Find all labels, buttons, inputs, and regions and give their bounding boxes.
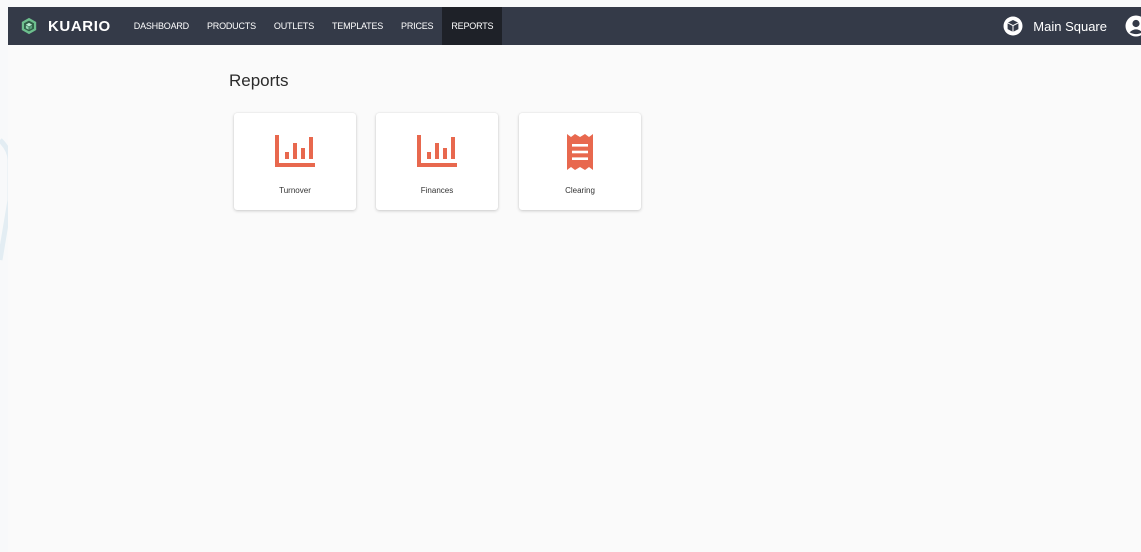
nav-item-reports[interactable]: REPORTS [442,7,503,45]
receipt-icon [567,134,593,170]
user-account-icon[interactable] [1125,15,1141,37]
kuario-logo-icon [21,17,37,35]
nav-item-outlets[interactable]: OUTLETS [265,7,323,45]
report-card-label: Turnover [279,186,311,195]
report-card-finances[interactable]: Finances [376,113,498,210]
report-card-label: Clearing [565,186,595,195]
main-nav: DASHBOARD PRODUCTS OUTLETS TEMPLATES PRI… [125,7,503,45]
report-card-label: Finances [420,186,454,195]
navbar-right: Main Square [1003,7,1141,45]
report-card-clearing[interactable]: Clearing [519,113,641,210]
nav-item-templates[interactable]: TEMPLATES [323,7,392,45]
brand-name: KUARIO [48,17,111,35]
app-frame: KUARIO DASHBOARD PRODUCTS OUTLETS TEMPLA… [8,7,1141,552]
report-card-turnover[interactable]: Turnover [234,113,356,210]
nav-item-dashboard[interactable]: DASHBOARD [125,7,198,45]
nav-item-prices[interactable]: PRICES [392,7,442,45]
page-title: Reports [229,71,289,90]
nav-item-products[interactable]: PRODUCTS [198,7,265,45]
bar-chart-icon [417,135,457,167]
current-outlet-name[interactable]: Main Square [1033,19,1107,34]
box-icon[interactable] [1003,16,1023,36]
top-navbar: KUARIO DASHBOARD PRODUCTS OUTLETS TEMPLA… [8,7,1141,45]
brand-logo[interactable]: KUARIO [20,17,111,35]
bar-chart-icon [275,135,315,167]
